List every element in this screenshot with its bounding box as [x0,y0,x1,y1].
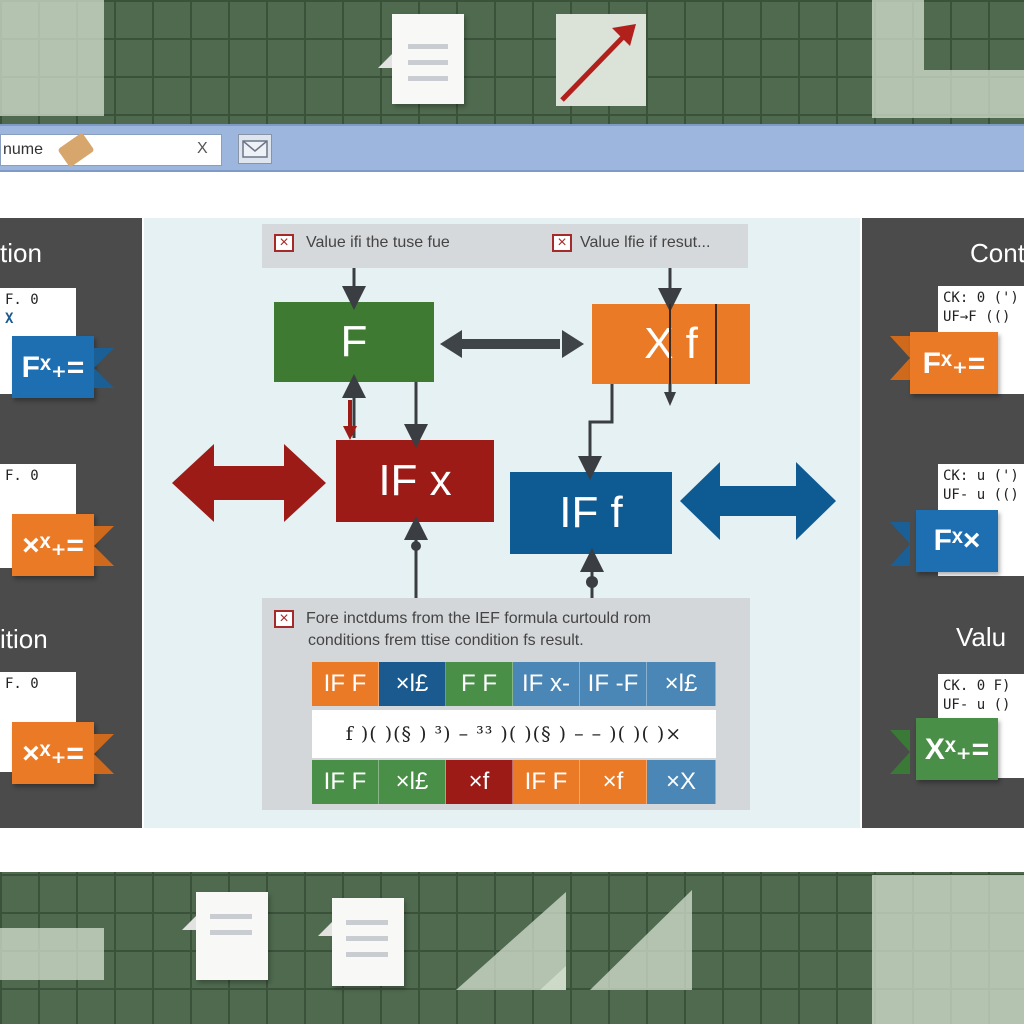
ribbon-tail [890,730,910,774]
node-f-green[interactable]: F [274,302,434,382]
ribbon-label: Fˣ₊= [922,346,986,380]
formula-row: f )( )(§ ) ³) – ³³ )( )(§ ) – – )( )( )× [312,710,716,758]
result-cell[interactable]: ×l£ [379,760,446,804]
ribbon-label: ×ˣ₊= [22,736,84,770]
node-if-red[interactable]: IF x [336,440,494,522]
ribbon-tail [94,526,114,566]
document-icon [182,892,268,980]
result-cell[interactable]: IF F [312,662,379,706]
node-label: IF f [559,488,623,537]
result-cell[interactable]: IF F [312,760,379,804]
node-label: F [340,317,368,366]
result-row-top: IF F ×l£ F F IF x- IF -F ×l£ [312,662,716,706]
formula-ribbon[interactable]: Fˣ₊= [910,332,998,394]
node-label: X f [644,319,698,368]
formula-ribbon[interactable]: ×ˣ₊= [12,514,94,576]
document-icon [318,898,404,986]
node-if-blue[interactable]: IF f [510,472,672,554]
result-text-line: conditions frem ttise condition fs resul… [308,632,584,649]
background-tile [872,70,1024,118]
eraser-icon[interactable] [57,132,95,168]
background-tile [872,0,924,70]
formula-ribbon[interactable]: Xˣ₊= [916,718,998,780]
result-cell[interactable]: F F [446,662,513,706]
result-cell[interactable]: IF -F [580,662,647,706]
name-box[interactable]: nume X [0,132,222,168]
mini-card-line: CK: u (') [943,468,1019,484]
left-panel: tion ition F. 0 X F. 0 F. 0 Fˣ₊= ×ˣ₊= ×ˣ… [0,218,142,828]
result-text-line: Fore inctdums from the IEF formula curto… [306,610,651,627]
name-box-value: nume [3,141,44,158]
background-tile [872,875,1024,1024]
background-triangles [456,890,692,990]
left-panel-title: ition [0,624,48,654]
condition-strip: × Value ifi the tuse fue × Value lfie if… [262,224,748,268]
left-panel-title: tion [0,238,42,268]
formula-ribbon[interactable]: Fˣ₊= [12,336,94,398]
mini-card-line: CK: 0 (') [943,290,1019,306]
result-cell[interactable]: IF x- [513,662,580,706]
mini-card-line: UF- u (() [943,487,1019,503]
mini-card-line: CK. 0 F) [943,678,1011,694]
mini-card-line: F. 0 [5,292,39,308]
ribbon-tail [890,336,910,380]
result-cell[interactable]: ×l£ [647,662,716,706]
result-cell[interactable]: IF F [513,760,580,804]
mini-card-line: F. 0 [5,468,39,484]
hourglass-icon: X [197,140,208,157]
node-xf-orange[interactable]: X f [592,304,750,384]
formula-ribbon[interactable]: Fˣ× [916,510,998,572]
background-tile [0,928,104,980]
node-label: IF x [378,456,452,505]
condition-label-false: Value lfie if resut... [580,234,711,251]
checkbox-x-icon[interactable]: × [274,234,294,252]
result-cell[interactable]: ×l£ [379,662,446,706]
mini-card-line: X [5,311,14,327]
checkbox-x-icon[interactable]: × [274,610,294,628]
result-row-bottom: IF F ×l£ ×f IF F ×f ×X [312,760,716,804]
checkbox-x-icon[interactable]: × [552,234,572,252]
envelope-icon[interactable] [238,134,272,164]
result-cell[interactable]: ×X [647,760,716,804]
mini-card-line: F. 0 [5,676,39,692]
trend-arrow-icon [556,14,646,106]
ribbon-label: Fˣ₊= [21,350,85,384]
right-panel-title: Valu [956,622,1007,652]
ribbon-tail [890,522,910,566]
result-cell[interactable]: ×f [446,760,513,804]
right-panel: Cont Valu CK: 0 (') UF→F (() CK: u (') U… [862,218,1024,828]
formula-bar: nume X [0,124,1024,172]
background-tile [0,0,104,116]
condition-label-true: Value ifi the tuse fue [306,234,450,251]
ribbon-label: ×ˣ₊= [22,528,84,562]
mini-card-line: UF→F (() [943,309,1011,325]
ribbon-tail [94,348,114,388]
formula-ribbon[interactable]: ×ˣ₊= [12,722,94,784]
ribbon-label: Fˣ× [933,524,981,557]
ribbon-label: Xˣ₊= [924,732,990,766]
mini-card-line: UF- u () [943,697,1011,713]
document-icon [378,14,464,104]
right-panel-title: Cont [970,238,1024,268]
result-cell[interactable]: ×f [580,760,647,804]
ribbon-tail [94,734,114,774]
